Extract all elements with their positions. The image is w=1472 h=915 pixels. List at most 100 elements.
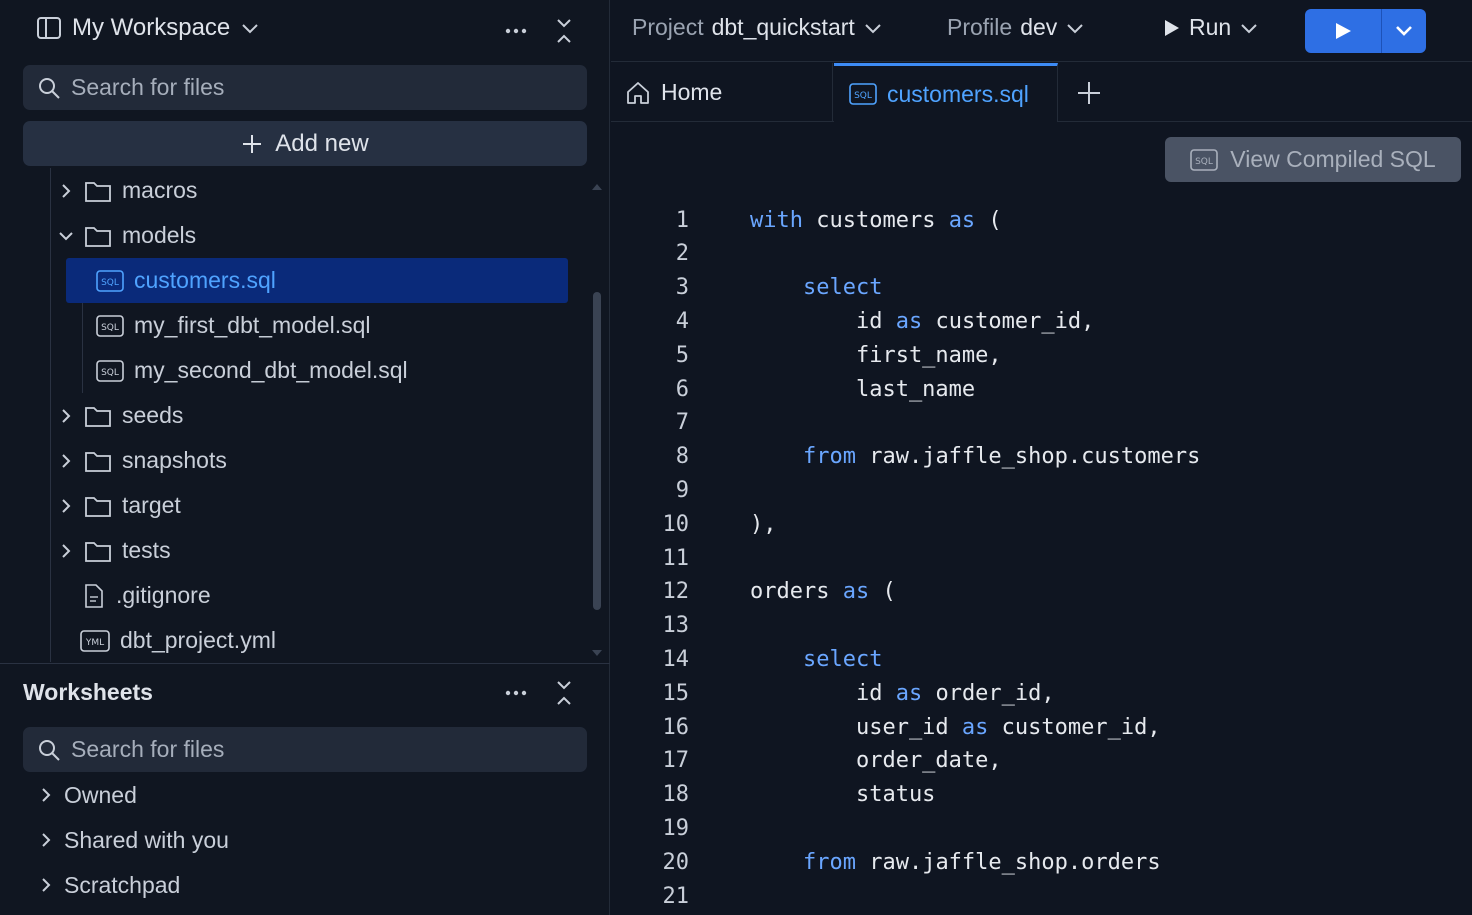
- collapse-icon[interactable]: [549, 16, 579, 46]
- worksheets-item-label: Shared with you: [64, 826, 229, 853]
- code-text: orders as (: [750, 579, 896, 604]
- code-line[interactable]: 11: [611, 541, 1472, 575]
- code-line[interactable]: 14 select: [611, 642, 1472, 676]
- line-number: 11: [662, 545, 690, 571]
- worksheets-search-box[interactable]: [23, 727, 587, 772]
- code-line[interactable]: 13: [611, 609, 1472, 643]
- editor-area: Project dbt_quickstart Profile dev Run H…: [611, 0, 1472, 915]
- code-line[interactable]: 12 orders as (: [611, 575, 1472, 609]
- tree-folder-tests[interactable]: tests: [56, 528, 171, 573]
- chevron-right-icon: [56, 543, 76, 559]
- tree-item-label: my_second_dbt_model.sql: [134, 357, 408, 383]
- code-line[interactable]: 16 user_id as customer_id,: [611, 710, 1472, 744]
- code-line[interactable]: 6 last_name: [611, 372, 1472, 406]
- tree-folder-seeds[interactable]: seeds: [56, 393, 183, 438]
- file-explorer-sidebar: My Workspace Add new macros: [0, 0, 610, 915]
- code-line[interactable]: 8 from raw.jaffle_shop.customers: [611, 440, 1472, 474]
- chevron-right-icon: [40, 877, 52, 893]
- code-token: ),: [750, 511, 777, 537]
- sql-file-icon: SQL: [96, 269, 124, 293]
- code-token: raw.jaffle_shop.orders: [855, 849, 1161, 875]
- view-compiled-sql-button[interactable]: SQL View Compiled SQL: [1165, 137, 1461, 182]
- chevron-down-icon: [240, 21, 260, 35]
- worksheets-more-icon[interactable]: [501, 678, 531, 708]
- home-icon: [625, 80, 651, 106]
- tab-customers-sql[interactable]: SQL customers.sql: [834, 63, 1058, 122]
- chevron-right-icon: [56, 498, 76, 514]
- code-line[interactable]: 21: [611, 879, 1472, 913]
- worksheets-shared[interactable]: Shared with you: [40, 820, 229, 860]
- run-mode-selector[interactable]: Run: [1161, 14, 1259, 41]
- chevron-down-icon: [863, 21, 883, 35]
- code-line[interactable]: 9: [611, 473, 1472, 507]
- worksheets-owned[interactable]: Owned: [40, 775, 137, 815]
- file-icon: [82, 583, 106, 609]
- tree-item-label: seeds: [122, 402, 184, 428]
- chevron-right-icon: [40, 832, 52, 848]
- code-line[interactable]: 1 with customers as (: [611, 203, 1472, 237]
- tree-folder-snapshots[interactable]: snapshots: [56, 438, 227, 483]
- code-token: customer_id,: [922, 308, 1095, 334]
- tree-file-my-first-dbt-model[interactable]: SQL my_first_dbt_model.sql: [96, 303, 371, 348]
- tree-scrollbar-thumb[interactable]: [593, 292, 601, 610]
- file-search-input[interactable]: [71, 74, 551, 101]
- tree-item-label: models: [122, 222, 197, 248]
- sql-file-icon: SQL: [96, 314, 124, 338]
- code-line[interactable]: 10),: [611, 507, 1472, 541]
- project-selector[interactable]: Project dbt_quickstart: [632, 14, 883, 41]
- tree-folder-target[interactable]: target: [56, 483, 181, 528]
- code-line[interactable]: 17 order_date,: [611, 744, 1472, 778]
- worksheets-collapse-icon[interactable]: [549, 678, 579, 708]
- tree-file-dbt-project-yml[interactable]: YML dbt_project.yml: [80, 618, 276, 662]
- code-line[interactable]: 3 select: [611, 271, 1472, 305]
- more-options-icon[interactable]: [501, 16, 531, 46]
- folder-icon: [84, 539, 112, 563]
- code-keyword: as: [961, 714, 989, 740]
- editor-toolbar: Project dbt_quickstart Profile dev Run: [611, 0, 1472, 62]
- code-line[interactable]: 4 id as customer_id,: [611, 304, 1472, 338]
- code-line[interactable]: 5 first_name,: [611, 338, 1472, 372]
- code-token: customers: [802, 207, 949, 233]
- code-line[interactable]: 20 from raw.jaffle_shop.orders: [611, 845, 1472, 879]
- code-token: last_name: [750, 376, 976, 402]
- add-new-button[interactable]: Add new: [23, 121, 587, 166]
- plus-icon: [241, 133, 263, 155]
- file-search-box[interactable]: [23, 65, 587, 110]
- code-line[interactable]: 7: [611, 406, 1472, 440]
- code-keyword: as: [842, 579, 870, 605]
- worksheets-scratchpad[interactable]: Scratchpad: [40, 865, 180, 905]
- tree-file-customers-sql[interactable]: SQL customers.sql: [66, 258, 568, 303]
- chevron-right-icon: [56, 183, 76, 199]
- line-number: 20: [662, 849, 690, 875]
- code-keyword: from: [802, 849, 856, 875]
- run-options-button[interactable]: [1381, 9, 1426, 53]
- file-tree: macros models SQL customers.sql SQL my_f…: [0, 168, 610, 662]
- code-line[interactable]: 2: [611, 237, 1472, 271]
- chevron-right-icon: [40, 787, 52, 803]
- code-line[interactable]: 18 status: [611, 778, 1472, 812]
- profile-selector[interactable]: Profile dev: [947, 14, 1085, 41]
- tree-folder-macros[interactable]: macros: [56, 168, 197, 213]
- code-keyword: from: [802, 444, 856, 470]
- search-icon: [37, 738, 61, 762]
- code-token: customer_id,: [988, 714, 1161, 740]
- code-text: select: [750, 275, 882, 300]
- tree-item-label: my_first_dbt_model.sql: [134, 312, 371, 338]
- tab-home[interactable]: Home: [611, 63, 833, 122]
- new-tab-icon[interactable]: [1073, 77, 1105, 109]
- worksheets-item-label: Owned: [64, 781, 137, 808]
- code-keyword: select: [802, 275, 883, 301]
- code-line[interactable]: 19: [611, 811, 1472, 845]
- code-text: from raw.jaffle_shop.customers: [750, 444, 1200, 469]
- code-text: id as order_id,: [750, 681, 1055, 706]
- code-keyword: with: [750, 207, 803, 233]
- run-button[interactable]: [1305, 9, 1381, 53]
- tree-file-my-second-dbt-model[interactable]: SQL my_second_dbt_model.sql: [96, 348, 408, 393]
- tree-folder-models[interactable]: models: [56, 213, 196, 258]
- workspace-switcher[interactable]: My Workspace: [36, 14, 260, 42]
- worksheets-search-input[interactable]: [71, 736, 551, 763]
- code-token: raw.jaffle_shop.customers: [855, 444, 1201, 470]
- tree-file-gitignore[interactable]: .gitignore: [82, 573, 211, 618]
- code-line[interactable]: 15 id as order_id,: [611, 676, 1472, 710]
